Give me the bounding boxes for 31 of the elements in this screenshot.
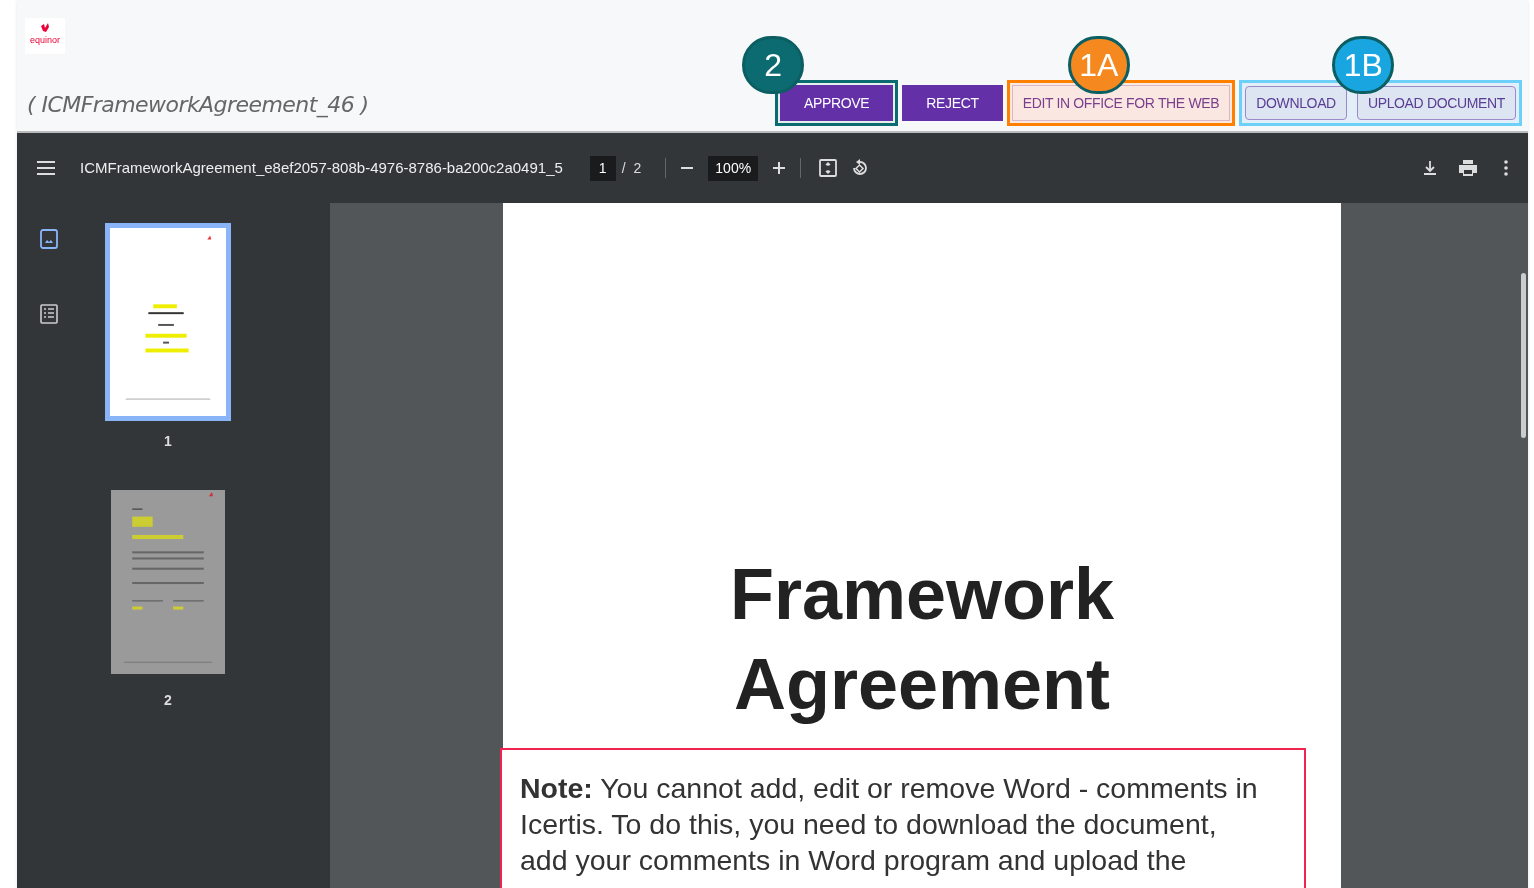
zoom-field[interactable]: 100% [708,155,759,181]
action-button[interactable]: EDIT IN OFFICE FOR THE WEB [1011,85,1231,121]
fit-page-icon[interactable] [819,159,838,177]
record-title: ( ICMFrameworkAgreement_46 ) [27,91,369,120]
logo-text: equinor [30,36,60,45]
page-label: 2 [164,691,172,710]
callout-badge: 1A [1067,36,1130,94]
file-name: ICMFrameworkAgreement_e8ef2057-808b-4976-8786-ba200c2a0491_5 [80,157,563,178]
document-heading: Framework Agreement [728,553,1116,726]
menu-icon[interactable] [37,161,55,175]
thumbnails-icon[interactable] [40,229,58,249]
more-options-icon[interactable] [1504,160,1508,176]
page-total: 2 [633,158,642,178]
action-button[interactable]: REJECT [902,85,1003,121]
download-icon[interactable] [1422,160,1438,176]
page-separator: / [621,158,626,178]
zoom-in-icon[interactable] [772,161,787,175]
callout-badge: 2 [742,36,805,94]
note-text: Note: You cannot add, edit or remove Word - comments in Icertis. To do this, you need to download the document, add your comments in Word program and upload the [520,771,1259,878]
scrollbar-thumb[interactable] [1521,273,1526,438]
outline-icon[interactable] [40,304,58,324]
action-button[interactable]: DOWNLOAD [1245,86,1347,120]
page-thumbnail[interactable] [105,223,231,421]
page-thumbnail[interactable] [111,490,225,674]
action-button[interactable]: APPROVE [780,85,894,121]
callout-badge: 1B [1332,36,1395,94]
page-number-field[interactable]: 1 [589,155,616,181]
print-icon[interactable] [1458,159,1478,177]
rotate-icon[interactable] [851,159,870,177]
page-label: 1 [164,432,172,451]
action-button[interactable]: UPLOAD DOCUMENT [1356,86,1516,120]
